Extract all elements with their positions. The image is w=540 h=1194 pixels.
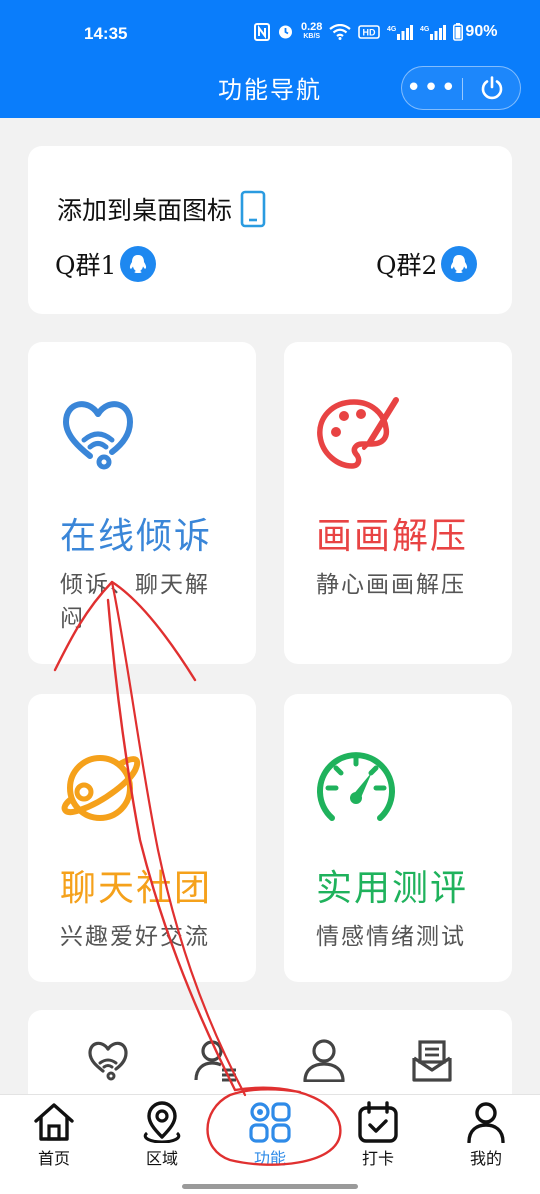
- feature-card-chat-club[interactable]: 聊天社团 兴趣爱好交流: [28, 694, 256, 982]
- battery-icon: [453, 22, 464, 41]
- q-group-1-label: Q群1: [55, 251, 117, 280]
- heart-wifi-small-icon[interactable]: [86, 1038, 130, 1086]
- user-icon: [467, 1102, 505, 1143]
- battery-level: 90%: [465, 22, 498, 40]
- feature-subtitle: 兴趣爱好交流: [60, 924, 210, 950]
- tab-label: 功能: [253, 1149, 286, 1168]
- calendar-check-icon: [358, 1101, 398, 1143]
- mini-program-capsule: •••: [401, 66, 521, 110]
- palette-icon: [314, 394, 400, 478]
- qq-icon-2: [441, 246, 478, 282]
- app-screen: 14:35 0.28 KB/S HD 4G 4G 90% 功能导航 ••• 添加…: [0, 0, 540, 1194]
- feature-card-drawing[interactable]: 画画解压 静心画画解压: [284, 342, 512, 664]
- shortcut-card: 添加到桌面图标 Q群1 Q群2: [28, 146, 512, 314]
- tab-label: 我的: [469, 1149, 502, 1168]
- feature-title: 聊天社团: [60, 868, 213, 909]
- feature-title: 实用测评: [316, 868, 469, 909]
- speedometer-icon: [314, 746, 398, 834]
- user-list-icon[interactable]: [194, 1038, 238, 1086]
- status-bar: 14:35 0.28 KB/S HD 4G 4G 90%: [0, 0, 540, 70]
- home-indicator: [182, 1184, 358, 1189]
- tab-label: 打卡: [361, 1149, 394, 1168]
- tab-functions[interactable]: 功能: [216, 1101, 324, 1169]
- hd-icon: HD: [358, 24, 381, 39]
- q-group-1-link[interactable]: Q群1: [55, 246, 157, 282]
- net-speed: 0.28 KB/S: [301, 22, 322, 41]
- add-to-desktop-button[interactable]: 添加到桌面图标: [57, 190, 266, 228]
- q-group-2-link[interactable]: Q群2: [376, 246, 478, 282]
- signal-4g-icon-2: 4G: [420, 24, 447, 40]
- heart-wifi-icon: [58, 394, 138, 478]
- svg-text:HD: HD: [363, 27, 376, 37]
- nfc-icon: [254, 22, 270, 41]
- apps-icon: [249, 1102, 291, 1143]
- wifi-icon: [329, 23, 352, 40]
- planet-icon: [58, 746, 142, 830]
- svg-text:4G: 4G: [420, 26, 430, 33]
- tab-checkin[interactable]: 打卡: [324, 1101, 432, 1169]
- home-icon: [34, 1103, 74, 1141]
- feature-card-assessment[interactable]: 实用测评 情感情绪测试: [284, 694, 512, 982]
- net-speed-value: 0.28: [301, 21, 323, 33]
- alarm-icon: [279, 25, 292, 39]
- status-time: 14:35: [84, 24, 128, 43]
- feature-subtitle: 情感情绪测试: [316, 924, 466, 950]
- svg-text:4G: 4G: [387, 26, 397, 33]
- feature-card-online-talk[interactable]: 在线倾诉 倾诉、聊天解闷: [28, 342, 256, 664]
- top-bar: 14:35 0.28 KB/S HD 4G 4G 90% 功能导航 •••: [0, 0, 540, 118]
- power-icon: [481, 76, 503, 100]
- bottom-tab-bar: 首页 区域 功能 打卡 我的: [0, 1094, 540, 1194]
- mail-icon[interactable]: [410, 1038, 454, 1086]
- feature-title: 在线倾诉: [60, 516, 213, 557]
- status-icons: 0.28 KB/S HD 4G 4G 90%: [254, 22, 497, 41]
- battery-indicator: 90%: [453, 22, 498, 41]
- tab-label: 区域: [145, 1149, 178, 1168]
- feature-subtitle: 倾诉、聊天解闷: [60, 572, 210, 632]
- tab-region[interactable]: 区域: [108, 1101, 216, 1169]
- net-speed-unit: KB/S: [303, 33, 321, 40]
- person-icon[interactable]: [302, 1038, 346, 1086]
- close-button[interactable]: [463, 67, 521, 109]
- phone-icon: [240, 190, 266, 228]
- feature-title: 画画解压: [316, 516, 469, 557]
- tab-label: 首页: [37, 1149, 70, 1168]
- tab-home[interactable]: 首页: [0, 1101, 108, 1169]
- more-button[interactable]: •••: [402, 67, 462, 109]
- tab-mine[interactable]: 我的: [432, 1101, 540, 1169]
- add-to-desktop-label: 添加到桌面图标: [57, 196, 233, 225]
- qq-icon: [120, 246, 157, 282]
- q-group-2-label: Q群2: [376, 251, 438, 280]
- location-icon: [143, 1101, 181, 1143]
- feature-subtitle: 静心画画解压: [316, 572, 466, 598]
- signal-4g-icon: 4G: [387, 24, 414, 40]
